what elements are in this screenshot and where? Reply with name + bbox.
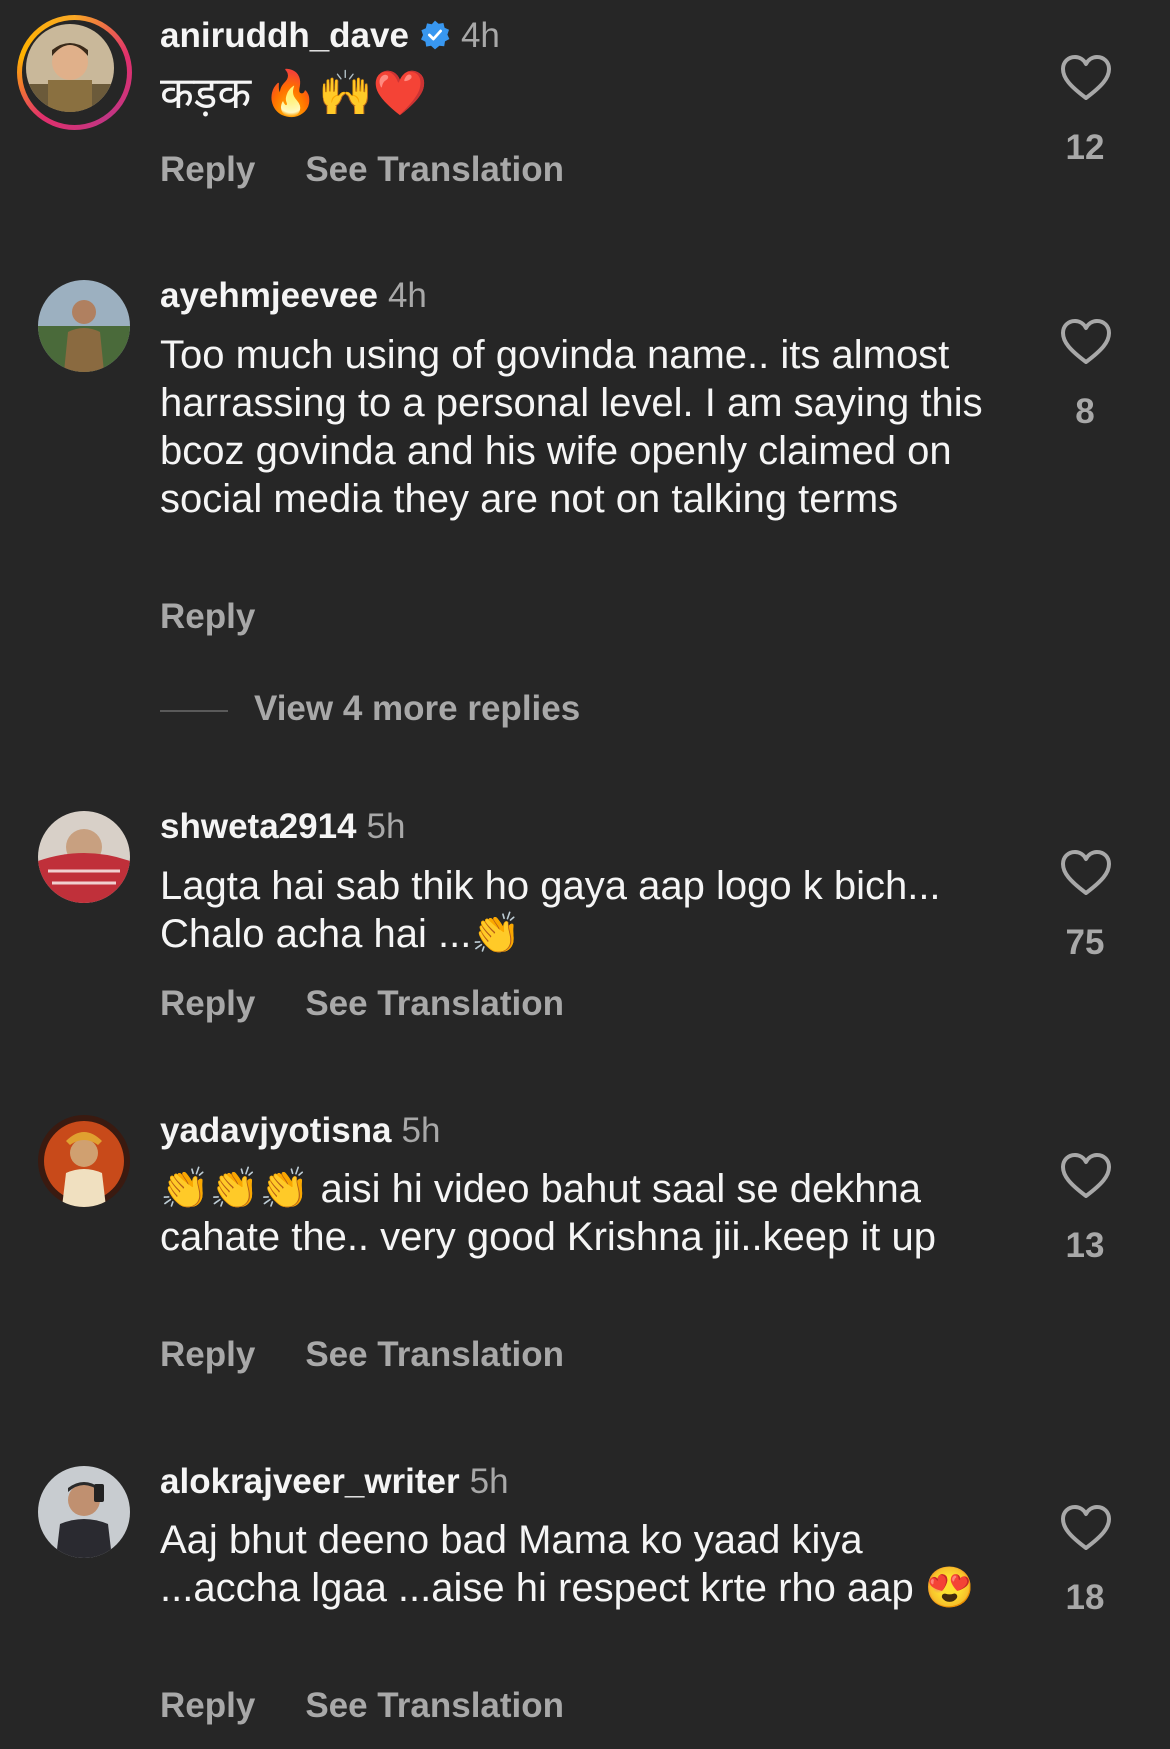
reply-button[interactable]: Reply (160, 150, 255, 189)
avatar[interactable] (38, 1466, 130, 1558)
avatar[interactable] (38, 280, 130, 372)
comment-text: Aaj bhut deeno bad Mama ko yaad kiya ...… (160, 1518, 975, 1610)
replies-divider (160, 709, 228, 712)
verified-badge-icon (420, 20, 450, 50)
comment-text: 👏👏👏 aisi hi video bahut saal se dekhna c… (160, 1167, 937, 1259)
comment-timestamp: 5h (401, 1111, 441, 1150)
comment-text: Lagta hai sab thik ho gaya aap logo k bi… (160, 864, 941, 956)
heart-outline-icon (1061, 1153, 1111, 1198)
comment-username[interactable]: shweta2914 (160, 807, 357, 846)
comment-username[interactable]: alokrajveer_writer (160, 1462, 460, 1501)
like-button[interactable] (1058, 1152, 1114, 1200)
like-count: 8 (1075, 392, 1095, 431)
view-more-replies-button[interactable]: View 4 more replies (160, 689, 580, 729)
reply-button[interactable]: Reply (160, 1686, 255, 1725)
reply-button[interactable]: Reply (160, 984, 255, 1023)
comment-username[interactable]: yadavjyotisna (160, 1111, 392, 1150)
avatar-story-ring[interactable] (17, 15, 132, 130)
like-button[interactable] (1058, 54, 1114, 102)
like-count: 75 (1065, 923, 1105, 962)
like-count: 12 (1065, 128, 1105, 167)
comments-list: aniruddh_dave 4h कड़क 🔥🙌❤️ Reply See Trans… (0, 0, 1170, 1749)
comment-text: Too much using of govinda name.. its alm… (160, 333, 983, 521)
avatar[interactable] (26, 24, 114, 112)
comment-timestamp: 5h (366, 807, 406, 846)
like-button[interactable] (1058, 1504, 1114, 1552)
comment-timestamp: 4h (460, 16, 500, 55)
reply-button[interactable]: Reply (160, 597, 255, 636)
like-button[interactable] (1058, 318, 1114, 366)
comment-timestamp: 5h (469, 1462, 509, 1501)
comment-username[interactable]: aniruddh_dave (160, 16, 409, 55)
comment-timestamp: 4h (387, 276, 427, 315)
comment-text: कड़क 🔥🙌❤️ (160, 69, 428, 118)
heart-outline-icon (1061, 319, 1111, 364)
heart-outline-icon (1061, 55, 1111, 100)
like-count: 18 (1065, 1578, 1105, 1617)
like-count: 13 (1065, 1226, 1105, 1265)
heart-outline-icon (1061, 1505, 1111, 1550)
see-translation-button[interactable]: See Translation (305, 1335, 564, 1374)
avatar[interactable] (38, 811, 130, 903)
see-translation-button[interactable]: See Translation (305, 984, 564, 1023)
reply-button[interactable]: Reply (160, 1335, 255, 1374)
see-translation-button[interactable]: See Translation (305, 1686, 564, 1725)
comment-username[interactable]: ayehmjeevee (160, 276, 378, 315)
view-more-replies-label[interactable]: View 4 more replies (254, 689, 580, 728)
see-translation-button[interactable]: See Translation (305, 150, 564, 189)
like-button[interactable] (1058, 849, 1114, 897)
heart-outline-icon (1061, 850, 1111, 895)
avatar[interactable] (38, 1115, 130, 1207)
